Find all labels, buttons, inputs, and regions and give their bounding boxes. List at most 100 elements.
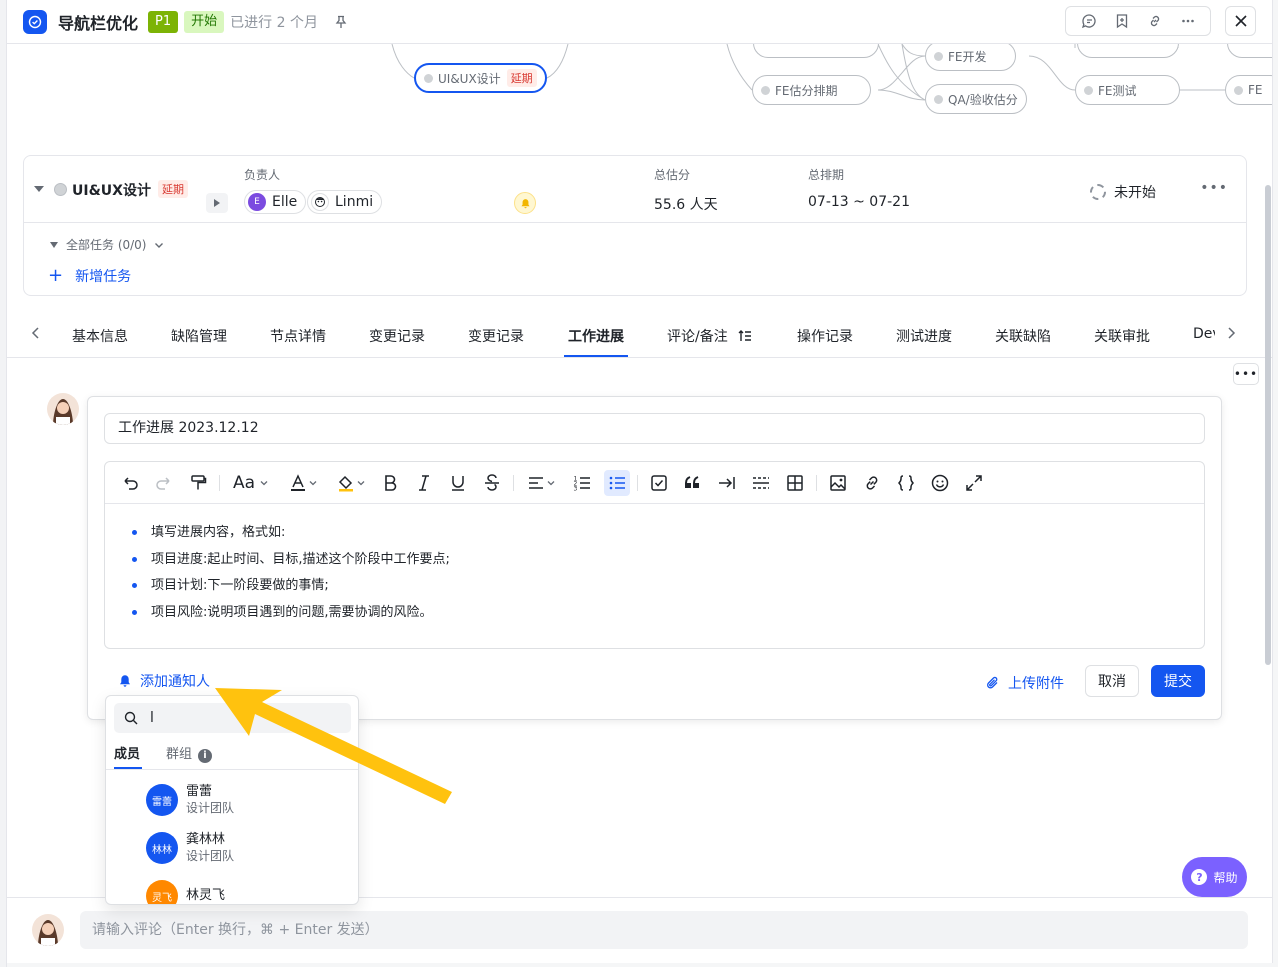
tab-test-progress[interactable]: 测试进度	[896, 326, 952, 346]
member-option[interactable]: 灵飞 林灵飞	[146, 880, 226, 904]
graph-node-fe-dev[interactable]: FE开发	[925, 41, 1016, 71]
tab-related-defects[interactable]: 关联缺陷	[995, 326, 1051, 346]
format-painter-icon[interactable]	[187, 470, 209, 496]
remind-bell-icon[interactable]	[514, 192, 536, 214]
tab-dev[interactable]: Dev	[1193, 326, 1215, 342]
italic-icon[interactable]	[413, 470, 435, 496]
font-size-dropdown[interactable]: Aa	[229, 470, 273, 496]
indent-icon[interactable]	[716, 470, 738, 496]
code-block-icon[interactable]	[895, 470, 917, 496]
ordered-list-icon[interactable]: 123	[571, 470, 593, 496]
node-label: QA/验收估分	[948, 92, 1018, 107]
tab-work-progress[interactable]: 工作进展	[568, 326, 624, 346]
hyperlink-icon[interactable]	[861, 470, 883, 496]
stage-name[interactable]: UI&UX设计	[72, 180, 151, 200]
schedule-label: 总排期	[808, 168, 845, 182]
underline-icon[interactable]	[447, 470, 469, 496]
table-icon[interactable]	[784, 470, 806, 496]
tab-defects[interactable]: 缺陷管理	[171, 326, 227, 346]
emoji-icon[interactable]	[929, 470, 951, 496]
stage-status-dot	[54, 183, 67, 196]
help-icon: ?	[1191, 869, 1208, 885]
bold-icon[interactable]	[379, 470, 401, 496]
toolbar-divider	[816, 475, 817, 491]
tab-change-log-2[interactable]: 变更记录	[468, 326, 524, 346]
upload-attachment-button[interactable]: 上传附件	[986, 673, 1064, 693]
graph-node-uiux[interactable]: UI&UX设计 延期	[414, 63, 547, 93]
node-label: FE开发	[948, 49, 987, 64]
tab-node-details[interactable]: 节点详情	[270, 326, 326, 346]
comment-input[interactable]: 请输入评论（Enter 换行，⌘ + Enter 发送）	[80, 911, 1248, 949]
stage-status[interactable]: 未开始	[1090, 182, 1156, 202]
divider-icon[interactable]	[750, 470, 772, 496]
page-title: 导航栏优化	[58, 13, 139, 33]
tab-operation-log[interactable]: 操作记录	[797, 326, 853, 346]
more-icon[interactable]: •••	[1200, 180, 1228, 196]
elapsed-time: 已进行 2 个月	[230, 14, 318, 31]
member-option[interactable]: 林林 龚林林 设计团队	[146, 832, 234, 864]
close-icon[interactable]	[1225, 6, 1256, 36]
tabs-left-arrow-icon[interactable]	[31, 326, 41, 344]
progress-title-input[interactable]: 工作进展 2023.12.12	[104, 413, 1205, 444]
submit-button[interactable]: 提交	[1151, 665, 1205, 697]
link-icon[interactable]	[1138, 7, 1171, 35]
plus-icon: +	[48, 265, 64, 286]
tab-comments[interactable]: 评论/备注	[667, 326, 752, 346]
app-check-icon	[23, 9, 47, 34]
tab-members[interactable]: 成员	[114, 743, 140, 762]
add-task-button[interactable]: + 新增任务	[48, 266, 131, 286]
editor-toolbar: Aa 123	[105, 462, 1204, 504]
font-color-dropdown[interactable]	[285, 470, 321, 496]
redo-icon[interactable]	[153, 470, 175, 496]
tab-basic-info[interactable]: 基本信息	[72, 326, 128, 346]
play-icon[interactable]	[206, 193, 228, 213]
stage-row: UI&UX设计 延期 负责人 E Elle Linmi 总估分 55.6 人天 …	[24, 156, 1246, 223]
avatar: 林林	[146, 832, 178, 864]
tab-related-approvals[interactable]: 关联审批	[1094, 326, 1150, 346]
help-label: 帮助	[1213, 870, 1238, 885]
undo-icon[interactable]	[119, 470, 141, 496]
fullscreen-icon[interactable]	[963, 470, 985, 496]
member-name: 林灵飞	[186, 888, 226, 903]
header-actions	[1065, 6, 1211, 36]
add-notify-button[interactable]: 添加通知人	[118, 671, 210, 691]
bookmark-icon[interactable]	[1105, 7, 1138, 35]
graph-node-fe[interactable]: FE	[1225, 75, 1272, 105]
priority-badge[interactable]: P1	[148, 10, 179, 33]
owner-chip-linmi[interactable]: Linmi	[307, 190, 383, 214]
align-dropdown[interactable]	[523, 470, 559, 496]
more-icon[interactable]	[1171, 7, 1204, 35]
highlight-dropdown[interactable]	[333, 470, 369, 496]
bullet-item: 项目进度:起止时间、目标,描述这个阶段中工作要点;	[127, 551, 450, 569]
graph-node-fe-estimate[interactable]: FE估分排期	[752, 75, 871, 105]
tabs-right-arrow-icon[interactable]	[1226, 326, 1236, 344]
help-button[interactable]: ? 帮助	[1182, 857, 1247, 897]
panel-more-icon[interactable]: •••	[1233, 363, 1259, 385]
graph-node-fe-test[interactable]: FE测试	[1075, 75, 1180, 105]
strikethrough-icon[interactable]	[481, 470, 503, 496]
toolbar-divider	[513, 475, 514, 491]
bullet-list-icon[interactable]	[604, 470, 630, 496]
schedule-value[interactable]: 07-13 ~ 07-21	[808, 194, 910, 210]
owner-name: Elle	[272, 194, 298, 210]
image-icon[interactable]	[827, 470, 849, 496]
graph-node-qa-estimate[interactable]: QA/验收估分	[925, 84, 1027, 114]
owner-name: Linmi	[335, 194, 374, 210]
editor-content[interactable]: 填写进展内容，格式如: 项目进度:起止时间、目标,描述这个阶段中工作要点; 项目…	[127, 524, 450, 630]
collapse-caret-icon[interactable]	[34, 186, 44, 192]
scrollbar[interactable]	[1265, 185, 1271, 665]
pin-icon[interactable]	[334, 15, 348, 29]
cancel-button[interactable]: 取消	[1085, 665, 1139, 697]
all-tasks-toggle[interactable]: 全部任务 (0/0)	[50, 236, 165, 253]
checkbox-icon[interactable]	[648, 470, 670, 496]
tab-change-log-1[interactable]: 变更记录	[369, 326, 425, 346]
rich-text-editor: Aa 123 填写进展内容，格式如: 项目进度:起止时间、目标,描述这个阶段中工…	[104, 461, 1205, 649]
comment-share-icon[interactable]	[1072, 7, 1105, 35]
avatar: 灵飞	[146, 880, 178, 904]
owner-chip-elle[interactable]: E Elle	[244, 190, 307, 214]
bell-icon	[120, 675, 130, 687]
tab-groups[interactable]: 群组 i	[166, 743, 213, 763]
fill-color-icon	[338, 475, 353, 492]
quote-icon[interactable]	[682, 470, 704, 496]
status-badge[interactable]: 开始	[184, 10, 225, 33]
